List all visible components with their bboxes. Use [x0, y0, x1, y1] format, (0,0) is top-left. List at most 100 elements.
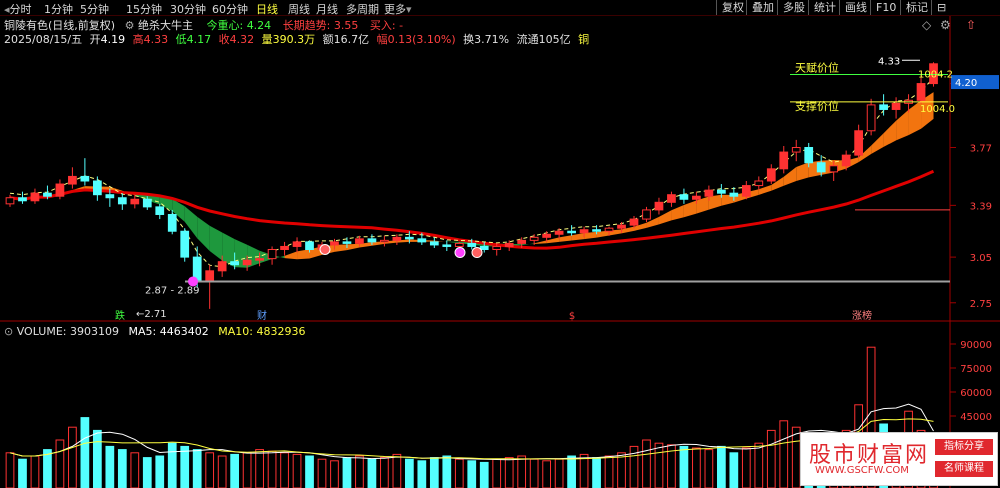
high-label: 高 [132, 33, 144, 46]
turnover-label: 换 [463, 33, 475, 46]
volume-bar-up [454, 458, 464, 488]
collapse-circle-icon[interactable]: ⊙ [4, 325, 13, 338]
bottom-tag: 财 [257, 309, 267, 322]
volume-bar-up [242, 452, 252, 488]
candle-down [417, 238, 427, 243]
candle-up [866, 104, 876, 132]
volume-value: 390.3万 [272, 33, 316, 46]
industry-tag[interactable]: 铜 [578, 33, 589, 46]
volume-bar-up [779, 420, 789, 488]
signal-ball [319, 244, 331, 255]
volume-bar-down [230, 453, 240, 488]
candle-down [729, 192, 739, 197]
candle-down [305, 241, 314, 250]
candle-up [380, 239, 389, 243]
volume-bar-down [305, 455, 314, 488]
candle-down [442, 244, 452, 247]
candle-down [429, 241, 439, 246]
candle-down [43, 192, 52, 197]
candle-down [467, 242, 477, 247]
candle-up [629, 218, 639, 226]
watermark-tag-course: 名师课程 [935, 461, 993, 477]
band-segment-down [209, 225, 223, 261]
volume-bar-up [255, 449, 264, 488]
candle-up [754, 180, 764, 187]
candle-up [916, 83, 926, 101]
resistance-value: 1004.2 [918, 69, 953, 80]
candle-up [642, 209, 651, 220]
candle-up [604, 227, 614, 232]
low-marker-dot [188, 276, 198, 287]
candle-down [716, 189, 726, 194]
volume-bar-up [55, 439, 65, 488]
turnover-value: 3.71% [474, 33, 510, 46]
volume-bar-down [167, 442, 177, 488]
volume-bar-up [68, 426, 77, 488]
volume-tick-label: 45000 [960, 412, 992, 423]
volume-bar-down [117, 449, 127, 488]
volume-bar-up [604, 455, 614, 488]
candle-up [454, 242, 464, 247]
candle-up [55, 183, 65, 197]
ma5-label: MA5: [128, 325, 157, 338]
watermark-tag-indicator: 指标分享 [935, 439, 993, 455]
volume-bar-up [741, 447, 751, 488]
quote-date: 2025/08/15/五 [4, 33, 83, 46]
price-axis: 4.193.773.393.052.754.20 [950, 75, 999, 310]
candle-down [167, 213, 177, 232]
volume-bar-down [679, 445, 689, 488]
chart-canvas: 4.19 3.77 3.39 3.05 2.75 4.20 天赋价位支撑价位 1004.2 1… [0, 16, 1000, 488]
candle-up [280, 245, 289, 250]
volume-bar-up [355, 455, 364, 488]
ma10-label: MA10: [218, 325, 253, 338]
low-range-label: 2.87 - 2.89 [145, 285, 200, 296]
volume-bar-up [791, 426, 801, 488]
band-segment-up [284, 251, 298, 260]
candle-up [791, 147, 801, 153]
volume-bar-down [367, 458, 377, 488]
candle-up [517, 239, 527, 244]
volume-bar-down [155, 455, 165, 488]
price-tick-label: 3.05 [970, 253, 992, 264]
support-label: 支撑价位 [795, 99, 839, 113]
volume-bar-up [579, 453, 589, 488]
candle-up [504, 242, 514, 247]
amount-value: 16.7亿 [333, 33, 370, 46]
candle-down [804, 147, 814, 164]
volume-bar-up [492, 458, 502, 488]
candle-up [766, 168, 776, 182]
band-segment-up [758, 184, 772, 195]
change-value: 0.13(3.10%) [387, 33, 456, 46]
volume-bar-down [105, 445, 115, 488]
volume-bar-up [130, 452, 140, 488]
diamond-icon[interactable]: ◇ [922, 18, 931, 32]
candle-up [242, 259, 252, 266]
settings-gear-icon-right[interactable]: ⚙ [940, 18, 951, 32]
open-label: 开 [89, 33, 101, 46]
volume-bar-up [554, 458, 564, 488]
volume-tick-label: 60000 [960, 388, 992, 399]
amount-label: 额 [322, 33, 334, 46]
candle-down [155, 206, 165, 215]
candle-down [230, 261, 240, 266]
candle-up [654, 201, 664, 211]
volume-bar-down [429, 457, 439, 488]
volume-bar-up [642, 439, 651, 488]
volume-axis: 90000 75000 60000 45000 [950, 340, 992, 423]
volume-bar-down [417, 460, 427, 488]
ma5-value: 4463402 [159, 325, 209, 338]
candle-up [579, 229, 589, 234]
volume-bar-down [404, 458, 414, 488]
volume-bar-down [92, 429, 102, 488]
candle-up [355, 238, 364, 244]
candle-up [205, 270, 215, 282]
candle-down [479, 245, 489, 250]
volume-bars [5, 346, 938, 488]
band-segment-up [571, 233, 585, 241]
candle-down [816, 162, 826, 173]
close-label: 收 [218, 33, 230, 46]
up-arrow-icon[interactable]: ⇧ [966, 18, 976, 32]
volume-bar-down [342, 457, 352, 488]
volume-bar-down [80, 417, 90, 488]
volume-bar-up [292, 453, 302, 488]
